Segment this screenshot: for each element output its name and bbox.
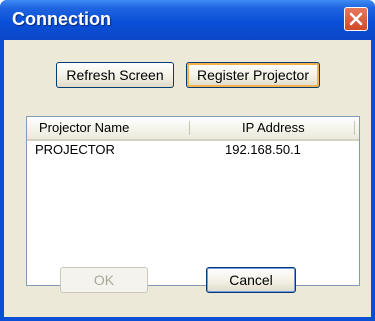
projector-list[interactable]: Projector Name IP Address PROJECTOR 192.… (26, 116, 360, 286)
window-frame-bottom (0, 317, 375, 321)
column-header-ip-address[interactable]: IP Address (242, 120, 305, 135)
column-divider[interactable] (354, 121, 355, 135)
list-header: Projector Name IP Address (27, 117, 359, 141)
table-row[interactable]: PROJECTOR 192.168.50.1 (27, 142, 359, 159)
close-button[interactable] (344, 7, 368, 31)
window-title: Connection (12, 9, 111, 29)
ip-address-cell: 192.168.50.1 (225, 142, 301, 157)
column-header-projector-name[interactable]: Projector Name (39, 120, 129, 135)
connection-dialog: Connection Refresh Screen Register Proje… (0, 0, 375, 321)
register-projector-button[interactable]: Register Projector (186, 62, 320, 88)
refresh-screen-button[interactable]: Refresh Screen (56, 62, 174, 88)
ok-button[interactable]: OK (60, 267, 148, 293)
dialog-body: Refresh Screen Register Projector Projec… (4, 40, 371, 317)
projector-name-cell: PROJECTOR (35, 142, 115, 157)
close-icon (349, 12, 363, 26)
column-divider[interactable] (189, 121, 190, 135)
cancel-button[interactable]: Cancel (206, 267, 296, 293)
title-bar[interactable]: Connection (0, 0, 375, 40)
